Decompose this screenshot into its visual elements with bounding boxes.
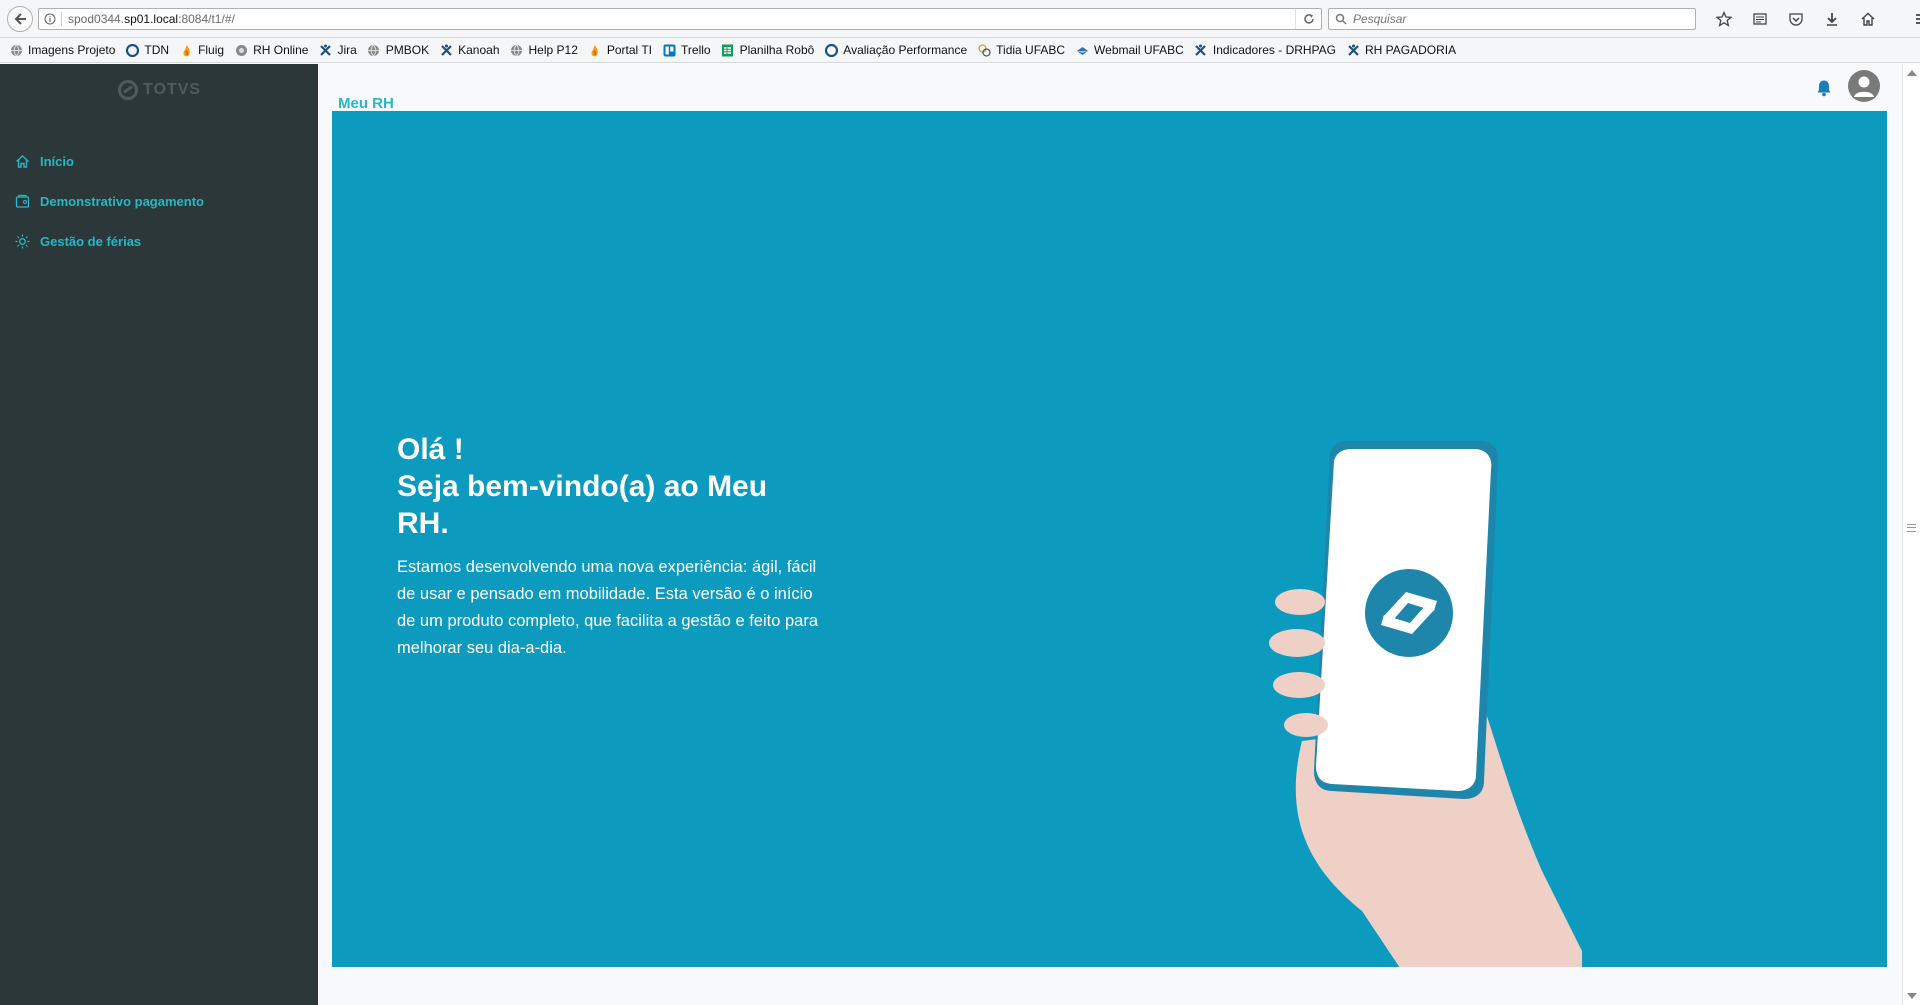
download-icon[interactable] — [1814, 9, 1850, 29]
scroll-grip-icon[interactable] — [1907, 524, 1916, 532]
tdn-icon — [125, 43, 139, 57]
bookmark-indicadores-drhpag[interactable]: Indicadores - DRHPAG — [1194, 43, 1336, 57]
scroll-up-icon[interactable] — [1907, 70, 1917, 76]
sidebar-item-demonstrativo-pagamento[interactable]: Demonstrativo pagamento — [14, 181, 204, 221]
search-icon — [1335, 13, 1347, 25]
sun-icon — [14, 233, 30, 249]
bookmark-help-p12[interactable]: Help P12 — [510, 43, 578, 57]
sidebar: TOTVS Início Demonstrativo pagamento Ges… — [0, 64, 318, 1005]
user-icon — [1854, 76, 1874, 97]
back-button[interactable] — [7, 6, 33, 32]
page-title: Meu RH — [338, 95, 394, 112]
scroll-down-icon[interactable] — [1907, 993, 1917, 999]
sidebar-item-label: Gestão de férias — [40, 233, 142, 249]
tdn-icon — [824, 43, 838, 57]
webmail-icon — [1075, 43, 1089, 57]
hamburger-menu-icon[interactable] — [1904, 9, 1920, 29]
bookmark-webmail-ufabc[interactable]: Webmail UFABC — [1075, 43, 1184, 57]
home-page-icon[interactable] — [1850, 9, 1886, 29]
welcome-title-line2: Seja bem-vindo(a) ao Meu — [397, 470, 768, 503]
search-bar[interactable] — [1328, 8, 1696, 30]
globe-icon — [510, 43, 524, 57]
page-scrollbar[interactable] — [1902, 64, 1920, 1005]
bookmark-avaliacao-performance[interactable]: Avaliação Performance — [824, 43, 967, 57]
jira-icon — [1346, 43, 1360, 57]
fluig-icon — [179, 43, 193, 57]
address-bar[interactable]: spod0344.sp01.local:8084/t1/#/ — [38, 8, 1322, 30]
info-icon[interactable] — [39, 13, 61, 25]
bookmark-planilha-robo[interactable]: Planilha Robô — [721, 43, 814, 57]
payment-icon — [14, 193, 30, 209]
search-input[interactable] — [1353, 12, 1683, 26]
sheets-icon — [721, 43, 735, 57]
trello-icon — [662, 43, 676, 57]
sidebar-item-gestao-de-ferias[interactable]: Gestão de férias — [14, 221, 204, 261]
sidebar-item-inicio[interactable]: Início — [14, 141, 204, 181]
welcome-banner: Olá ! Seja bem-vindo(a) ao Meu RH. Estam… — [332, 111, 1887, 967]
bookmark-imagens-projeto[interactable]: Imagens Projeto — [9, 43, 115, 57]
globe-icon — [9, 43, 23, 57]
bookmark-tdn[interactable]: TDN — [125, 43, 169, 57]
user-avatar[interactable] — [1848, 70, 1880, 102]
sidebar-item-label: Demonstrativo pagamento — [40, 193, 204, 209]
totvs-logo-icon — [118, 80, 138, 100]
bookmark-portal-ti[interactable]: Portal TI — [588, 43, 652, 57]
jira-icon — [318, 43, 332, 57]
bookmark-pmbok[interactable]: PMBOK — [367, 43, 429, 57]
fluig-icon — [588, 43, 602, 57]
logo-text: TOTVS — [143, 81, 202, 98]
welcome-description: Estamos desenvolvendo uma nova experiênc… — [397, 558, 819, 657]
browser-toolbar: spod0344.sp01.local:8084/t1/#/ — [0, 0, 1920, 38]
welcome-title: Olá ! Seja bem-vindo(a) ao Meu RH. — [397, 431, 827, 542]
bookmark-rh-pagadoria[interactable]: RH PAGADORIA — [1346, 43, 1456, 57]
bookmark-jira[interactable]: Jira — [318, 43, 357, 57]
welcome-text-block: Olá ! Seja bem-vindo(a) ao Meu RH. Estam… — [397, 431, 827, 662]
bookmark-rh-online[interactable]: RH Online — [234, 43, 308, 57]
bookmarks-bar: Imagens Projeto TDN Fluig RH Online Jira… — [0, 38, 1920, 63]
hand-holding-phone-illustration — [1269, 441, 1582, 967]
globe-icon — [367, 43, 381, 57]
main-content: Meu RH Olá ! Seja bem-vindo(a) ao Meu RH… — [318, 64, 1902, 1005]
kanoah-icon — [439, 43, 453, 57]
reload-icon — [1303, 14, 1314, 24]
sidebar-item-label: Início — [40, 153, 74, 169]
back-arrow-icon — [14, 13, 26, 25]
reading-list-icon[interactable] — [1742, 9, 1778, 29]
welcome-title-line3: RH. — [397, 507, 449, 540]
welcome-title-line1: Olá ! — [397, 433, 464, 466]
home-icon — [14, 153, 30, 169]
url-text[interactable]: spod0344.sp01.local:8084/t1/#/ — [68, 12, 1295, 26]
rh-online-icon — [234, 43, 248, 57]
notification-bell-icon[interactable] — [1816, 79, 1832, 100]
totvs-logo[interactable]: TOTVS — [118, 80, 201, 100]
bookmark-fluig[interactable]: Fluig — [179, 43, 224, 57]
pocket-icon[interactable] — [1778, 9, 1814, 29]
url-separator — [61, 12, 62, 26]
bookmark-trello[interactable]: Trello — [662, 43, 711, 57]
reload-button[interactable] — [1295, 9, 1321, 29]
jira-icon — [1194, 43, 1208, 57]
bookmark-kanoah[interactable]: Kanoah — [439, 43, 500, 57]
sidebar-menu: Início Demonstrativo pagamento Gestão de… — [14, 141, 204, 261]
tidia-icon — [977, 43, 991, 57]
bookmark-tidia-ufabc[interactable]: Tidia UFABC — [977, 43, 1065, 57]
bookmark-star-icon[interactable] — [1706, 9, 1742, 29]
